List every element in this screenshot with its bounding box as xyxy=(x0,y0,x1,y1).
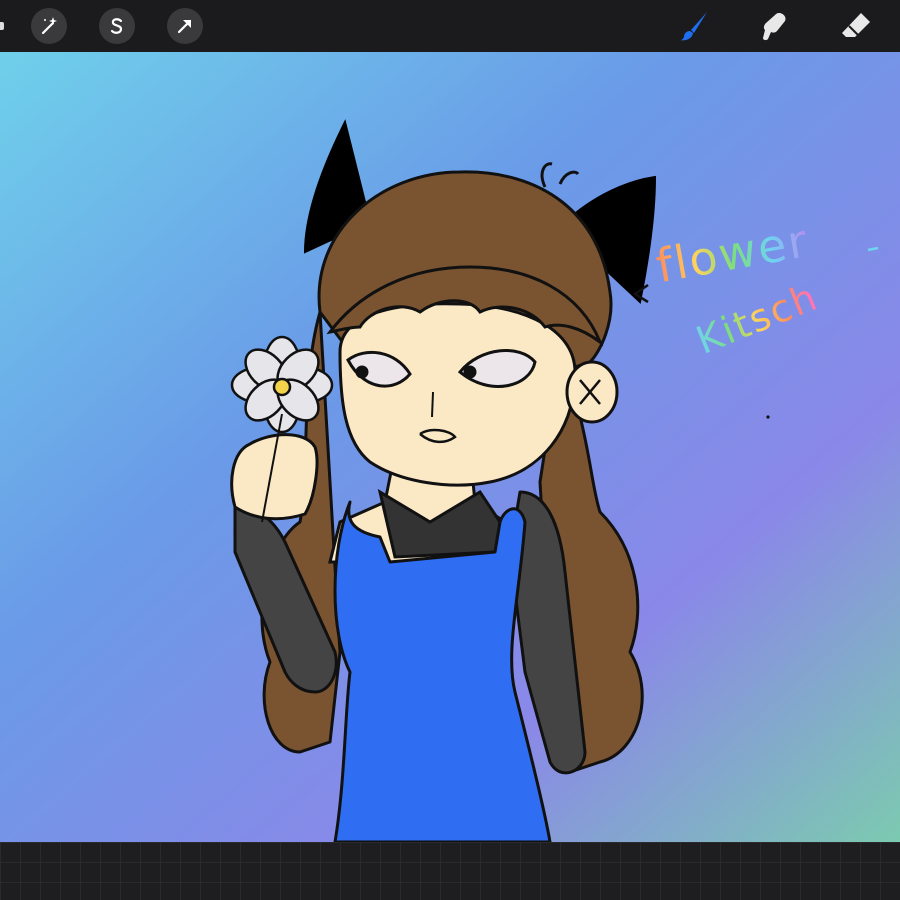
brush-icon[interactable] xyxy=(674,6,714,46)
human-ear xyxy=(565,360,619,424)
smudge-icon[interactable] xyxy=(754,6,794,46)
hand xyxy=(230,433,319,521)
adjustments-wand-icon[interactable] xyxy=(31,8,67,44)
canvas-artwork xyxy=(0,52,900,842)
bottom-grid-bar xyxy=(0,842,900,900)
top-toolbar xyxy=(0,0,900,53)
stray-dot xyxy=(766,415,770,419)
nose xyxy=(431,391,434,418)
selection-s-icon[interactable] xyxy=(99,8,135,44)
transform-arrow-icon[interactable] xyxy=(167,8,203,44)
drawing-canvas[interactable]: flower Kitsch xyxy=(0,52,900,842)
gallery-edge[interactable] xyxy=(0,22,4,30)
face xyxy=(338,302,577,487)
eraser-icon[interactable] xyxy=(836,6,876,46)
